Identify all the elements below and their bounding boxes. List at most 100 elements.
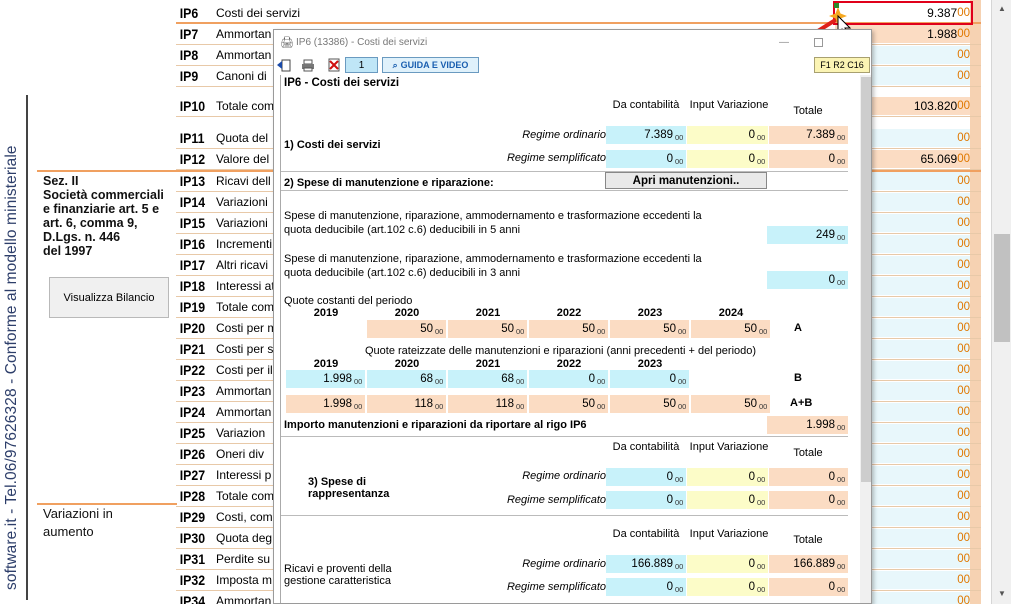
row-description: Valore del — [216, 152, 270, 166]
year-label: 2020 — [394, 358, 420, 370]
spese3-field[interactable]: 0 00 — [767, 271, 848, 289]
delete-icon[interactable] — [326, 57, 342, 73]
spese5-field[interactable]: 249 00 — [767, 226, 848, 244]
year-label: 2023 — [637, 307, 663, 319]
exit-icon[interactable] — [276, 57, 292, 73]
year-label: 2019 — [313, 307, 339, 319]
field-value: 0 — [748, 581, 755, 593]
row-decimals: 00 — [957, 175, 970, 187]
period-value-field[interactable]: 68 00 — [448, 370, 527, 388]
variazioni-aumento-label: Variazioni in aumento — [43, 505, 113, 541]
row-description: Ammortan — [216, 594, 272, 604]
row-code: IP27 — [179, 467, 206, 483]
row-description: Totale com — [216, 489, 275, 503]
visualizza-bilancio-button[interactable]: Visualizza Bilancio — [49, 277, 169, 318]
separator — [281, 190, 848, 191]
field-value: 0 — [748, 494, 755, 506]
field-decimals: 00 — [597, 401, 606, 411]
row-decimals: 00 — [957, 595, 970, 604]
row-code: IP23 — [179, 383, 206, 399]
field-value: 118 — [414, 398, 433, 410]
minimize-icon[interactable]: — — [779, 37, 789, 48]
row-decimals: 00 — [957, 259, 970, 271]
year-label: 2021 — [475, 307, 501, 319]
row-decimals: 00 — [957, 238, 970, 250]
s3-sempl-da-field[interactable]: 0 00 — [606, 491, 686, 509]
field-value: 50 — [420, 323, 433, 335]
field-decimals: 00 — [837, 561, 846, 571]
s1-ord-da-field[interactable]: 7.389 00 — [606, 126, 686, 144]
dialog-content: IP6 - Costi dei servizi Da contabilità I… — [280, 75, 848, 603]
dialog-title: IP6 (13386) - Costi dei servizi — [296, 37, 428, 48]
field-value: 0 — [748, 471, 755, 483]
field-decimals: 00 — [675, 584, 684, 594]
row-description: Costi dei servizi — [216, 6, 301, 20]
field-decimals: 00 — [435, 401, 444, 411]
scroll-thumb[interactable] — [994, 234, 1010, 342]
period-value-field[interactable]: 68 00 — [367, 370, 446, 388]
field-value: 0 — [828, 471, 835, 483]
section3-label: rappresentanza — [308, 488, 390, 500]
field-value: 0 — [748, 558, 755, 570]
s1-ord-input-field[interactable]: 0 00 — [687, 126, 768, 144]
field-decimals: 00 — [354, 401, 363, 411]
dialog-scrollbar[interactable] — [860, 75, 871, 603]
s1-sempl-input-field[interactable]: 0 00 — [687, 150, 768, 168]
s1-sempl-da-field[interactable]: 0 00 — [606, 150, 686, 168]
apri-manutenzioni-button[interactable]: Apri manutenzioni.. — [605, 172, 767, 189]
regime-ordinario-label: Regime ordinario — [522, 470, 606, 482]
scroll-down-arrow[interactable]: ▼ — [992, 585, 1012, 602]
period-value-field[interactable]: 1.998 00 — [286, 370, 365, 388]
field-decimals: 00 — [757, 584, 766, 594]
row-description: Variazion — [216, 426, 266, 440]
row-description: Interessi p — [216, 468, 272, 482]
row-description: Altri ricavi — [216, 258, 269, 272]
field-decimals: 00 — [675, 561, 684, 571]
field-decimals: 00 — [759, 401, 768, 411]
period-value-field[interactable]: 0 00 — [529, 370, 608, 388]
s4-sempl-da-field[interactable]: 0 00 — [606, 578, 686, 596]
field-decimals: 00 — [675, 497, 684, 507]
sez-line: D.Lgs. n. 446 — [43, 230, 121, 244]
spese3-text-line: Spese di manutenzione, riparazione, ammo… — [284, 253, 702, 265]
row-description: Quota del — [216, 131, 269, 145]
row-description: Totale com — [216, 300, 275, 314]
s3-ord-da-field[interactable]: 0 00 — [606, 468, 686, 486]
field-decimals: 00 — [678, 376, 687, 386]
period-value-field[interactable]: 0 00 — [610, 370, 689, 388]
maximize-icon[interactable] — [814, 38, 823, 47]
row-decimals: 00 — [957, 70, 970, 82]
main-scrollbar[interactable]: ▲ ▼ — [991, 0, 1011, 604]
row-code: IP25 — [179, 425, 206, 441]
year-label: 2022 — [556, 307, 582, 319]
field-value: 1.998 — [323, 373, 352, 385]
period-value-field: 1.998 00 — [286, 395, 365, 413]
section3-label: 3) Spese di — [308, 476, 367, 488]
header-input-variazione: Input Variazione — [689, 441, 769, 453]
s4-sempl-input-field[interactable]: 0 00 — [687, 578, 768, 596]
row-decimals: 00 — [957, 132, 970, 144]
s4-ord-da-field[interactable]: 166.889 00 — [606, 555, 686, 573]
row-decimals: 00 — [957, 385, 970, 397]
s3-sempl-input-field[interactable]: 0 00 — [687, 491, 768, 509]
scroll-up-arrow[interactable]: ▲ — [992, 0, 1012, 17]
field-value: 0 — [666, 471, 673, 483]
separator — [281, 436, 848, 437]
s4-ord-input-field[interactable]: 0 00 — [687, 555, 768, 573]
field-decimals: 00 — [675, 132, 684, 142]
dialog-scroll-thumb[interactable] — [861, 77, 871, 482]
row-decimals: 00 — [957, 196, 970, 208]
row-decimals: 00 — [957, 490, 970, 502]
field-decimals: 00 — [675, 156, 684, 166]
print-icon[interactable] — [300, 57, 316, 73]
header-totale: Totale — [793, 534, 823, 546]
dialog-toolbar: 1 ⌕ GUIDA E VIDEO F1 R2 C16 — [274, 55, 871, 75]
field-value: 50 — [582, 323, 595, 335]
variazioni-line: aumento — [43, 524, 94, 539]
sez-line: Sez. II — [43, 174, 79, 188]
field-value: 0 — [828, 274, 835, 286]
field-decimals: 00 — [837, 474, 846, 484]
s3-ord-input-field[interactable]: 0 00 — [687, 468, 768, 486]
guida-video-button[interactable]: ⌕ GUIDA E VIDEO — [382, 57, 479, 73]
page-number-field[interactable]: 1 — [345, 57, 378, 73]
